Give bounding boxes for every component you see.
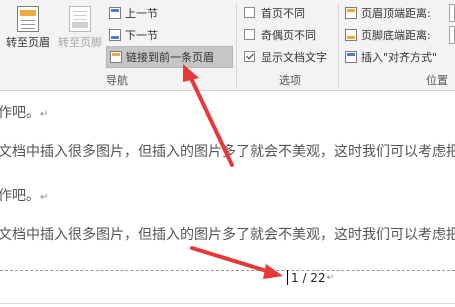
document-line: 文档中插入很多图片，但插入的图片多了就会不美观，这时我们可以考虑把	[0, 224, 455, 244]
insert-align-tab-button[interactable]: 插入"对齐方式"	[345, 48, 437, 65]
different-odd-even-label: 奇偶页不同	[261, 28, 316, 42]
nav-group-label: 导航	[106, 74, 128, 87]
goto-header-button[interactable]: 转至页眉	[0, 2, 56, 56]
insert-align-tab-label: 插入"对齐方式"	[361, 50, 438, 64]
next-section-button[interactable]: 下一节	[109, 26, 158, 43]
footer-icon	[69, 6, 91, 32]
different-first-page-check-icon	[244, 7, 255, 18]
footer-bottom-distance-control[interactable]: 页脚底端距离:	[345, 26, 431, 43]
line-text: 作吧。	[0, 105, 40, 121]
footer-bottom-distance-input[interactable]	[449, 26, 455, 44]
link-to-previous-label: 链接到前一条页眉	[126, 50, 214, 64]
line-text: 文档中插入很多图片，但插入的图片多了就会不美观，这时我们可以考虑把	[0, 227, 455, 243]
next-section-label: 下一节	[125, 28, 158, 42]
footer-boundary-line	[0, 270, 455, 271]
different-first-page-label: 首页不同	[261, 6, 305, 20]
link-to-previous-content: 链接到前一条页眉	[110, 48, 214, 65]
document-line: 作吧。↵	[0, 102, 48, 122]
show-document-text-label: 显示文档文字	[261, 50, 327, 64]
different-first-page-checkbox[interactable]: 首页不同	[244, 4, 305, 21]
header-top-distance-control[interactable]: 页眉顶端距离:	[345, 4, 431, 21]
position-group-label: 位置	[426, 74, 448, 87]
header-top-distance-input[interactable]	[449, 4, 455, 22]
paragraph-mark: ↵	[40, 109, 49, 120]
show-document-text-checkbox[interactable]: 显示文档文字	[244, 48, 327, 65]
footer-distance-icon	[345, 28, 357, 41]
header-top-distance-label: 页眉顶端距离:	[361, 6, 431, 20]
different-odd-even-checkbox[interactable]: 奇偶页不同	[244, 26, 316, 43]
document-line: 文档中插入很多图片，但插入的图片多了就会不美观，这时我们可以考虑把	[0, 141, 455, 161]
ribbon-toolbar: 转至页眉 转至页脚 上一节 下一节 链接到前一条页眉 导航 首页不同 奇偶页不同…	[0, 0, 455, 91]
group-divider	[236, 4, 237, 88]
goto-footer-label: 转至页脚	[58, 36, 102, 49]
previous-section-button[interactable]: 上一节	[109, 4, 158, 21]
previous-section-icon	[109, 6, 121, 19]
line-text: 作吧。	[0, 188, 40, 204]
goto-header-label: 转至页眉	[6, 36, 50, 49]
line-text: 文档中插入很多图片，但插入的图片多了就会不美观，这时我们可以考虑把	[0, 144, 455, 160]
show-document-text-check-icon	[244, 51, 255, 62]
options-group-label: 选项	[279, 74, 301, 87]
text-cursor	[287, 270, 288, 285]
link-icon	[110, 50, 122, 63]
header-icon	[17, 6, 39, 32]
previous-section-label: 上一节	[125, 6, 158, 20]
paragraph-mark: ↵	[40, 192, 49, 203]
next-section-icon	[109, 28, 121, 41]
align-tab-icon	[345, 50, 357, 63]
page-number-text: 1 / 22	[291, 270, 326, 285]
goto-footer-button[interactable]: 转至页脚	[52, 2, 108, 56]
page-edge	[0, 303, 455, 304]
different-odd-even-check-icon	[244, 29, 255, 40]
header-distance-icon	[345, 6, 357, 19]
footer-bottom-distance-label: 页脚底端距离:	[361, 28, 431, 42]
document-line: 作吧。↵	[0, 185, 48, 205]
footer-page-number[interactable]: 1 / 22 ↵	[287, 270, 334, 285]
paragraph-mark: ↵	[326, 272, 335, 283]
document-area[interactable]: 作吧。↵ 文档中插入很多图片，但插入的图片多了就会不美观，这时我们可以考虑把 作…	[0, 91, 455, 307]
group-divider	[338, 4, 339, 88]
